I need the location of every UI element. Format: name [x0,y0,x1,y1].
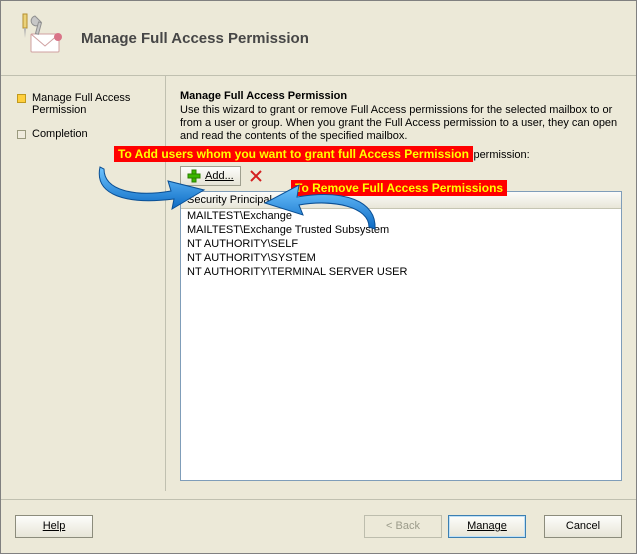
step-label: Completion [32,128,88,140]
manage-button[interactable]: Manage [448,515,526,538]
add-button[interactable]: Add... [180,166,241,186]
help-button[interactable]: Help [15,515,93,538]
section-heading: Manage Full Access Permission [180,90,622,102]
step-completion[interactable]: Completion [17,128,157,140]
list-item[interactable]: MAILTEST\Exchange [181,209,621,223]
back-button: < Back [364,515,442,538]
list-item[interactable]: MAILTEST\Exchange Trusted Subsystem [181,223,621,237]
step-indicator-icon [17,94,26,103]
cancel-button-label: Cancel [566,520,600,532]
step-manage-full-access[interactable]: Manage Full Access Permission [17,92,157,116]
step-label: Manage Full Access Permission [32,92,157,116]
page-title: Manage Full Access Permission [81,30,309,47]
list-toolbar: Add... [180,165,622,187]
help-button-label: Help [43,520,66,532]
x-icon [249,169,263,183]
remove-button[interactable] [247,167,265,185]
select-users-label: Select the user(s) or group(s) to grant … [180,149,622,161]
add-button-label: Add... [205,170,234,182]
plus-icon [187,169,201,183]
security-principal-listbox[interactable]: Security Principal MAILTEST\Exchange MAI… [180,191,622,481]
back-button-label: < Back [386,520,420,532]
steps-sidebar: Manage Full Access Permission Completion [1,76,166,491]
button-bar: Help < Back Manage Cancel [1,499,636,553]
list-column-header[interactable]: Security Principal [181,192,621,209]
step-indicator-icon [17,130,26,139]
list-item[interactable]: NT AUTHORITY\SYSTEM [181,251,621,265]
manage-button-label: Manage [467,520,507,532]
dialog-header: Manage Full Access Permission [1,1,636,76]
wizard-icon [13,10,69,66]
section-description: Use this wizard to grant or remove Full … [180,104,622,143]
cancel-button[interactable]: Cancel [544,515,622,538]
content-area: Manage Full Access Permission Completion… [1,76,636,491]
list-item[interactable]: NT AUTHORITY\SELF [181,237,621,251]
main-panel: Manage Full Access Permission Use this w… [166,76,636,491]
list-item[interactable]: NT AUTHORITY\TERMINAL SERVER USER [181,265,621,279]
